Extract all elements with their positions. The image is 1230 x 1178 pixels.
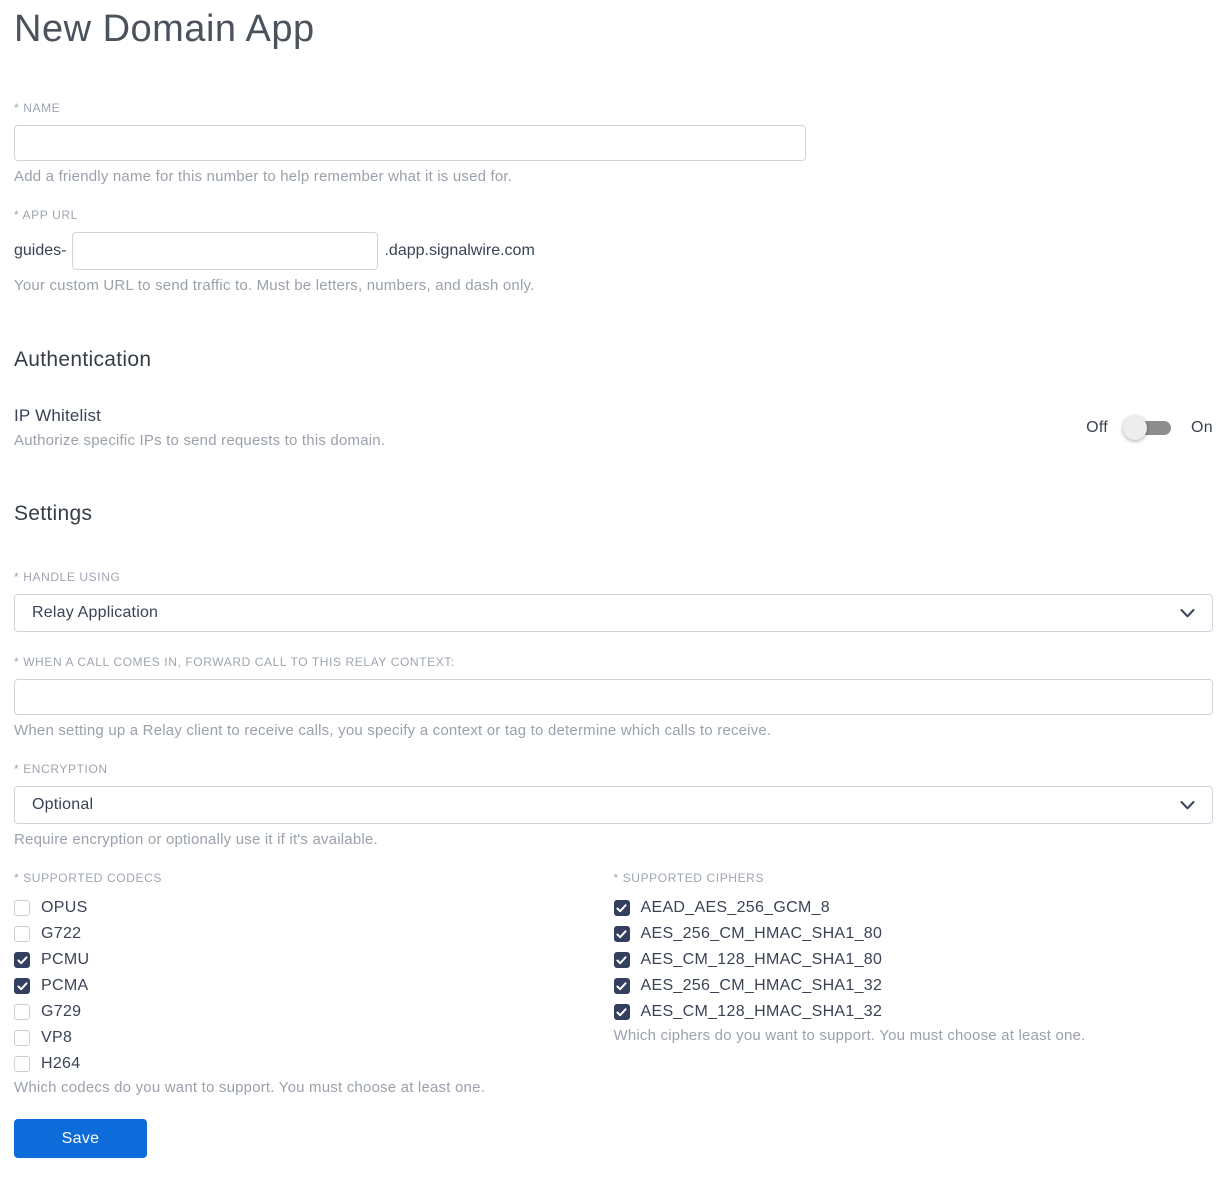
codec-option-g729[interactable]: G729 (14, 999, 614, 1025)
app-url-helper: Your custom URL to send traffic to. Must… (14, 277, 535, 294)
settings-heading: Settings (14, 502, 93, 525)
checkbox[interactable] (14, 1056, 30, 1072)
cipher-option-label: AES_256_CM_HMAC_SHA1_32 (640, 977, 883, 994)
checkbox[interactable] (14, 978, 30, 994)
codec-option-label: OPUS (41, 899, 88, 916)
codec-option-h264[interactable]: H264 (14, 1051, 614, 1077)
app-url-input[interactable] (72, 232, 379, 270)
cipher-option-aes-cm-128-hmac-sha1-80[interactable]: AES_CM_128_HMAC_SHA1_80 (613, 947, 1214, 973)
app-url-label: * APP URL (14, 208, 78, 222)
codec-option-opus[interactable]: OPUS (14, 895, 614, 921)
checkbox[interactable] (613, 900, 630, 916)
codecs-column: * SUPPORTED CODECS OPUS G722 PCMU PCMA G… (14, 871, 614, 1096)
relay-context-field-group: * WHEN A CALL COMES IN, FORWARD CALL TO … (14, 655, 1213, 739)
check-icon (616, 929, 627, 938)
ip-whitelist-label: IP Whitelist (14, 406, 102, 425)
cipher-option-label: AES_256_CM_HMAC_SHA1_80 (640, 925, 883, 942)
check-icon (616, 903, 627, 912)
check-icon (16, 955, 28, 964)
checkbox[interactable] (14, 952, 30, 968)
name-input[interactable] (14, 125, 806, 161)
cipher-option-aes-cm-128-hmac-sha1-32[interactable]: AES_CM_128_HMAC_SHA1_32 (613, 999, 1214, 1025)
checkbox[interactable] (613, 952, 630, 968)
codec-option-pcmu[interactable]: PCMU (14, 947, 614, 973)
check-icon (616, 981, 627, 990)
relay-context-label: * WHEN A CALL COMES IN, FORWARD CALL TO … (14, 655, 455, 669)
ip-whitelist-toggle-group: Off On (1086, 415, 1213, 440)
cipher-option-aes-256-cm-hmac-sha1-80[interactable]: AES_256_CM_HMAC_SHA1_80 (613, 921, 1214, 947)
app-url-prefix: guides- (14, 242, 67, 259)
toggle-off-label: Off (1086, 418, 1109, 436)
checkbox[interactable] (613, 926, 630, 942)
page-title: New Domain App (14, 8, 315, 50)
relay-context-input[interactable] (14, 679, 1213, 715)
encryption-helper: Require encryption or optionally use it … (14, 831, 378, 848)
codec-option-pcma[interactable]: PCMA (14, 973, 614, 999)
ip-whitelist-text: IP Whitelist Authorize specific IPs to s… (14, 406, 385, 449)
app-url-suffix: .dapp.signalwire.com (384, 242, 535, 259)
checkbox[interactable] (613, 1004, 630, 1020)
codec-option-label: H264 (41, 1055, 81, 1072)
name-helper: Add a friendly name for this number to h… (14, 168, 513, 185)
name-label: * NAME (14, 101, 61, 115)
check-icon (16, 981, 28, 990)
checkbox[interactable] (14, 900, 30, 916)
chevron-down-icon (1180, 800, 1195, 810)
save-button[interactable]: Save (14, 1119, 147, 1158)
encryption-select[interactable]: Optional (14, 786, 1213, 824)
relay-context-helper: When setting up a Relay client to receiv… (14, 722, 772, 739)
cipher-option-aes-256-cm-hmac-sha1-32[interactable]: AES_256_CM_HMAC_SHA1_32 (613, 973, 1214, 999)
codec-option-label: G729 (41, 1003, 82, 1020)
toggle-knob (1123, 415, 1148, 440)
encryption-value: Optional (32, 796, 94, 813)
name-field-group: * NAME Add a friendly name for this numb… (14, 101, 1213, 185)
checkbox[interactable] (14, 1004, 30, 1020)
authentication-heading: Authentication (14, 348, 152, 371)
checkbox[interactable] (14, 926, 30, 942)
check-icon (616, 1007, 627, 1016)
toggle-on-label: On (1191, 418, 1213, 436)
checkbox[interactable] (613, 978, 630, 994)
cipher-option-aead-aes-256-gcm-8[interactable]: AEAD_AES_256_GCM_8 (613, 895, 1214, 921)
handle-using-value: Relay Application (32, 604, 159, 621)
handle-using-select[interactable]: Relay Application (14, 594, 1213, 632)
new-domain-app-form: New Domain App * NAME Add a friendly nam… (0, 0, 1230, 1178)
ciphers-helper: Which ciphers do you want to support. Yo… (613, 1027, 1086, 1044)
codec-option-label: PCMU (41, 951, 90, 968)
codec-option-label: VP8 (41, 1029, 73, 1046)
codec-option-label: PCMA (41, 977, 89, 994)
codecs-label: * SUPPORTED CODECS (14, 871, 162, 885)
codecs-ciphers-columns: * SUPPORTED CODECS OPUS G722 PCMU PCMA G… (14, 871, 1213, 1096)
handle-using-field-group: * HANDLE USING Relay Application (14, 570, 1213, 632)
codec-option-vp8[interactable]: VP8 (14, 1025, 614, 1051)
cipher-option-label: AES_CM_128_HMAC_SHA1_80 (640, 951, 883, 968)
app-url-field-group: * APP URL guides- .dapp.signalwire.com Y… (14, 208, 1213, 294)
app-url-row: guides- .dapp.signalwire.com (14, 232, 1213, 270)
ip-whitelist-toggle[interactable] (1123, 415, 1172, 440)
ciphers-label: * SUPPORTED CIPHERS (613, 871, 765, 885)
handle-using-label: * HANDLE USING (14, 570, 121, 584)
check-icon (616, 955, 627, 964)
cipher-option-label: AEAD_AES_256_GCM_8 (640, 899, 831, 916)
cipher-option-label: AES_CM_128_HMAC_SHA1_32 (640, 1003, 883, 1020)
codec-option-label: G722 (41, 925, 82, 942)
chevron-down-icon (1180, 608, 1195, 618)
checkbox[interactable] (14, 1030, 30, 1046)
codec-option-g722[interactable]: G722 (14, 921, 614, 947)
codecs-helper: Which codecs do you want to support. You… (14, 1079, 485, 1096)
encryption-field-group: * ENCRYPTION Optional Require encryption… (14, 762, 1213, 848)
ciphers-column: * SUPPORTED CIPHERS AEAD_AES_256_GCM_8 A… (613, 871, 1214, 1096)
encryption-label: * ENCRYPTION (14, 762, 108, 776)
ip-whitelist-helper: Authorize specific IPs to send requests … (14, 432, 386, 449)
ip-whitelist-row: IP Whitelist Authorize specific IPs to s… (14, 406, 1213, 449)
